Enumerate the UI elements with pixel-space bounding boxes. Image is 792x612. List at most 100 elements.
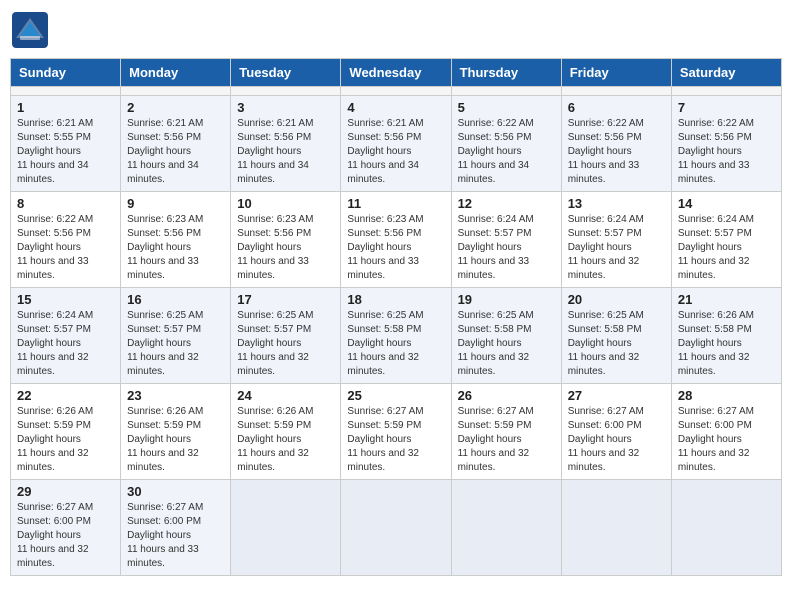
day-number: 4 (347, 100, 444, 115)
day-header-sunday: Sunday (11, 59, 121, 87)
header (10, 10, 782, 50)
calendar-cell (561, 87, 671, 96)
calendar-cell: 30 Sunrise: 6:27 AMSunset: 6:00 PMDayligh… (121, 480, 231, 576)
day-info: Sunrise: 6:21 AMSunset: 5:56 PMDaylight … (237, 117, 334, 187)
calendar-cell (451, 87, 561, 96)
calendar-cell: 25Sunrise: 6:27 AMSunset: 5:59 PMDayligh… (341, 384, 451, 480)
day-number: 26 (458, 388, 555, 403)
day-number: 25 (347, 388, 444, 403)
day-info: Sunrise: 6:26 AMSunset: 5:59 PMDaylight … (17, 405, 114, 475)
calendar-cell: 24 Sunrise: 6:26 AMSunset: 5:59 PMDayligh… (231, 384, 341, 480)
week-row-0 (11, 87, 782, 96)
day-info: Sunrise: 6:22 AMSunset: 5:56 PMDaylight … (458, 117, 555, 187)
calendar-cell: 10 Sunrise: 6:23 AMSunset: 5:56 PMDayligh… (231, 192, 341, 288)
day-info: Sunrise: 6:27 AMSunset: 6:00 PMDaylight … (17, 501, 114, 571)
day-header-wednesday: Wednesday (341, 59, 451, 87)
day-info: Sunrise: 6:22 AMSunset: 5:56 PMDaylight … (678, 117, 775, 187)
calendar-cell: 27 Sunrise: 6:27 AMSunset: 6:00 PMDayligh… (561, 384, 671, 480)
calendar-cell (231, 87, 341, 96)
day-number: 5 (458, 100, 555, 115)
calendar-cell (451, 480, 561, 576)
day-number: 24 (237, 388, 334, 403)
day-header-tuesday: Tuesday (231, 59, 341, 87)
calendar-cell: 14 Sunrise: 6:24 AMSunset: 5:57 PMDayligh… (671, 192, 781, 288)
day-number: 22 (17, 388, 114, 403)
day-number: 15 (17, 292, 114, 307)
day-number: 14 (678, 196, 775, 211)
day-number: 18 (347, 292, 444, 307)
day-number: 8 (17, 196, 114, 211)
calendar-cell: 19Sunrise: 6:25 AMSunset: 5:58 PMDayligh… (451, 288, 561, 384)
calendar-cell: 9Sunrise: 6:23 AMSunset: 5:56 PMDaylight… (121, 192, 231, 288)
calendar-cell: 28Sunrise: 6:27 AMSunset: 6:00 PMDayligh… (671, 384, 781, 480)
day-info: Sunrise: 6:25 AMSunset: 5:57 PMDaylight … (127, 309, 224, 379)
day-number: 20 (568, 292, 665, 307)
calendar-cell: 18 Sunrise: 6:25 AMSunset: 5:58 PMDayligh… (341, 288, 451, 384)
week-row-5: 29Sunrise: 6:27 AMSunset: 6:00 PMDayligh… (11, 480, 782, 576)
day-info: Sunrise: 6:21 AMSunset: 5:56 PMDaylight … (347, 117, 444, 187)
calendar-cell: 5 Sunrise: 6:22 AMSunset: 5:56 PMDaylight… (451, 96, 561, 192)
day-info: Sunrise: 6:27 AMSunset: 6:00 PMDaylight … (568, 405, 665, 475)
day-number: 23 (127, 388, 224, 403)
logo-icon (10, 10, 50, 50)
day-number: 12 (458, 196, 555, 211)
calendar-cell (231, 480, 341, 576)
day-info: Sunrise: 6:24 AMSunset: 5:57 PMDaylight … (678, 213, 775, 283)
calendar-cell: 8 Sunrise: 6:22 AMSunset: 5:56 PMDaylight… (11, 192, 121, 288)
day-info: Sunrise: 6:23 AMSunset: 5:56 PMDaylight … (347, 213, 444, 283)
day-info: Sunrise: 6:23 AMSunset: 5:56 PMDaylight … (237, 213, 334, 283)
day-number: 16 (127, 292, 224, 307)
calendar-cell: 6Sunrise: 6:22 AMSunset: 5:56 PMDaylight… (561, 96, 671, 192)
day-info: Sunrise: 6:24 AMSunset: 5:57 PMDaylight … (17, 309, 114, 379)
day-number: 30 (127, 484, 224, 499)
calendar-cell: 11 Sunrise: 6:23 AMSunset: 5:56 PMDayligh… (341, 192, 451, 288)
day-number: 9 (127, 196, 224, 211)
day-header-saturday: Saturday (671, 59, 781, 87)
day-info: Sunrise: 6:27 AMSunset: 6:00 PMDaylight … (127, 501, 224, 571)
day-header-monday: Monday (121, 59, 231, 87)
calendar-cell (561, 480, 671, 576)
day-number: 27 (568, 388, 665, 403)
day-info: Sunrise: 6:25 AMSunset: 5:58 PMDaylight … (568, 309, 665, 379)
day-number: 2 (127, 100, 224, 115)
week-row-4: 22 Sunrise: 6:26 AMSunset: 5:59 PMDayligh… (11, 384, 782, 480)
day-info: Sunrise: 6:26 AMSunset: 5:58 PMDaylight … (678, 309, 775, 379)
logo (10, 10, 54, 50)
calendar-header-row: SundayMondayTuesdayWednesdayThursdayFrid… (11, 59, 782, 87)
day-info: Sunrise: 6:25 AMSunset: 5:58 PMDaylight … (347, 309, 444, 379)
day-info: Sunrise: 6:27 AMSunset: 6:00 PMDaylight … (678, 405, 775, 475)
day-info: Sunrise: 6:22 AMSunset: 5:56 PMDaylight … (17, 213, 114, 283)
day-info: Sunrise: 6:21 AMSunset: 5:56 PMDaylight … (127, 117, 224, 187)
calendar-cell: 26 Sunrise: 6:27 AMSunset: 5:59 PMDayligh… (451, 384, 561, 480)
day-number: 10 (237, 196, 334, 211)
day-info: Sunrise: 6:26 AMSunset: 5:59 PMDaylight … (127, 405, 224, 475)
day-header-thursday: Thursday (451, 59, 561, 87)
calendar-cell: 15 Sunrise: 6:24 AMSunset: 5:57 PMDayligh… (11, 288, 121, 384)
day-number: 7 (678, 100, 775, 115)
day-number: 1 (17, 100, 114, 115)
day-number: 3 (237, 100, 334, 115)
day-info: Sunrise: 6:24 AMSunset: 5:57 PMDaylight … (458, 213, 555, 283)
day-number: 11 (347, 196, 444, 211)
calendar: SundayMondayTuesdayWednesdayThursdayFrid… (10, 58, 782, 576)
calendar-cell: 2 Sunrise: 6:21 AMSunset: 5:56 PMDaylight… (121, 96, 231, 192)
day-info: Sunrise: 6:22 AMSunset: 5:56 PMDaylight … (568, 117, 665, 187)
day-info: Sunrise: 6:26 AMSunset: 5:59 PMDaylight … (237, 405, 334, 475)
calendar-cell: 23 Sunrise: 6:26 AMSunset: 5:59 PMDayligh… (121, 384, 231, 480)
week-row-1: 1Sunrise: 6:21 AMSunset: 5:55 PMDaylight… (11, 96, 782, 192)
calendar-cell: 13Sunrise: 6:24 AMSunset: 5:57 PMDayligh… (561, 192, 671, 288)
day-info: Sunrise: 6:27 AMSunset: 5:59 PMDaylight … (458, 405, 555, 475)
day-info: Sunrise: 6:25 AMSunset: 5:57 PMDaylight … (237, 309, 334, 379)
day-header-friday: Friday (561, 59, 671, 87)
calendar-cell: 17Sunrise: 6:25 AMSunset: 5:57 PMDayligh… (231, 288, 341, 384)
calendar-cell: 29Sunrise: 6:27 AMSunset: 6:00 PMDayligh… (11, 480, 121, 576)
calendar-cell: 3 Sunrise: 6:21 AMSunset: 5:56 PMDaylight… (231, 96, 341, 192)
week-row-3: 15 Sunrise: 6:24 AMSunset: 5:57 PMDayligh… (11, 288, 782, 384)
calendar-cell: 22 Sunrise: 6:26 AMSunset: 5:59 PMDayligh… (11, 384, 121, 480)
calendar-cell (121, 87, 231, 96)
calendar-cell (11, 87, 121, 96)
calendar-cell: 20 Sunrise: 6:25 AMSunset: 5:58 PMDayligh… (561, 288, 671, 384)
day-number: 21 (678, 292, 775, 307)
calendar-cell (671, 87, 781, 96)
calendar-cell: 4 Sunrise: 6:21 AMSunset: 5:56 PMDaylight… (341, 96, 451, 192)
